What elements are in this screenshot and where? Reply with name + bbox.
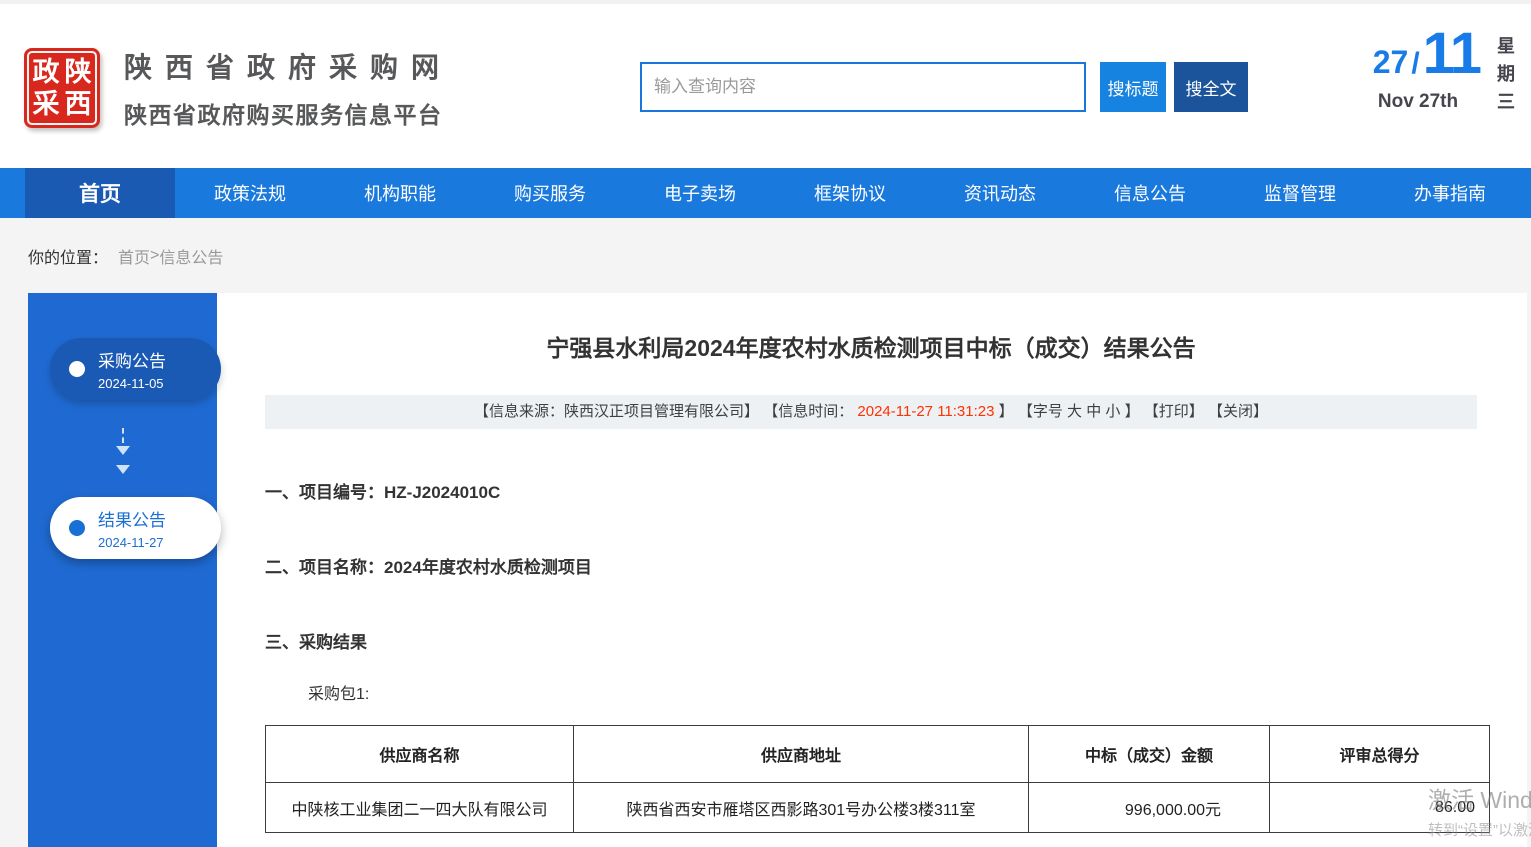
meta-source: 【信息来源：陕西汉正项目管理有限公司】 <box>474 403 759 420</box>
step-date: 2024-11-05 <box>98 376 166 391</box>
package-label: 采购包1: <box>308 680 369 704</box>
step-dot-icon <box>69 361 85 377</box>
nav-item-purchase-services[interactable]: 购买服务 <box>475 168 625 218</box>
date-block: 27 / 11 Nov 27th <box>1330 20 1480 113</box>
site-logo[interactable]: 政 陕 采 西 陕西省政府采购网 陕西省政府购买服务信息平台 <box>24 46 452 130</box>
breadcrumb-home-link[interactable]: 首页 <box>118 244 150 268</box>
fontsize-medium-link[interactable]: 中 <box>1086 403 1101 420</box>
seal-char: 采 <box>33 91 60 118</box>
seal-char: 西 <box>65 91 92 118</box>
cell-supplier-address: 陕西省西安市雁塔区西影路301号办公楼3楼311室 <box>574 783 1029 833</box>
date-weekday: 星期三 <box>1492 36 1518 120</box>
cell-supplier-name: 中陕核工业集团二一四大队有限公司 <box>266 783 574 833</box>
table-header-row: 供应商名称 供应商地址 中标（成交）金额 评审总得分 <box>266 726 1490 783</box>
step-title: 结果公告 <box>98 506 166 531</box>
col-review-score: 评审总得分 <box>1270 726 1490 783</box>
nav-item-policies[interactable]: 政策法规 <box>175 168 325 218</box>
col-award-amount: 中标（成交）金额 <box>1029 726 1270 783</box>
date-numbers: 27 / 11 <box>1330 20 1480 87</box>
fontsize-small-link[interactable]: 小 <box>1105 403 1120 420</box>
step-date: 2024-11-27 <box>98 535 166 550</box>
search-title-button[interactable]: 搜标题 <box>1100 62 1166 112</box>
nav-item-e-marketplace[interactable]: 电子卖场 <box>625 168 775 218</box>
breadcrumb-separator: > <box>150 247 159 265</box>
date-month: 11 <box>1423 20 1480 87</box>
sidebar-step-result-notice[interactable]: 结果公告 2024-11-27 <box>50 497 221 559</box>
site-header: 政 陕 采 西 陕西省政府采购网 陕西省政府购买服务信息平台 搜标题 搜全文 2… <box>0 4 1531 168</box>
meta-fontsize-label: 【字号 <box>1018 403 1067 420</box>
seal-char: 陕 <box>65 59 92 86</box>
step-title: 采购公告 <box>98 347 166 372</box>
result-table: 供应商名称 供应商地址 中标（成交）金额 评审总得分 中陕核工业集团二一四大队有… <box>265 725 1490 833</box>
section-procurement-result: 三、采购结果 <box>265 628 367 653</box>
article-meta-bar: 【信息来源：陕西汉正项目管理有限公司】 【信息时间： 2024-11-27 11… <box>265 395 1477 429</box>
date-english: Nov 27th <box>1330 91 1480 113</box>
main-nav: 首页 政策法规 机构职能 购买服务 电子卖场 框架协议 资讯动态 信息公告 监督… <box>0 168 1531 218</box>
section-project-number: 一、项目编号：HZ-J2024010C <box>265 478 500 503</box>
meta-fontsize-end: 】 <box>1125 403 1140 420</box>
timeline-sidebar: 采购公告 2024-11-05 结果公告 2024-11-27 <box>28 293 217 847</box>
print-link[interactable]: 【打印】 <box>1144 403 1204 420</box>
nav-item-supervision[interactable]: 监督管理 <box>1225 168 1375 218</box>
close-link[interactable]: 【关闭】 <box>1208 403 1268 420</box>
nav-item-home[interactable]: 首页 <box>25 168 175 218</box>
search-input[interactable] <box>640 62 1086 112</box>
fontsize-large-link[interactable]: 大 <box>1067 403 1082 420</box>
search-bar: 搜标题 搜全文 <box>640 62 1248 108</box>
cell-review-score: 86.00 <box>1270 783 1490 833</box>
nav-item-news[interactable]: 资讯动态 <box>925 168 1075 218</box>
date-day: 27 <box>1373 44 1409 81</box>
nav-item-announcements[interactable]: 信息公告 <box>1075 168 1225 218</box>
section-project-name: 二、项目名称：2024年度农村水质检测项目 <box>265 553 592 578</box>
search-fulltext-button[interactable]: 搜全文 <box>1174 62 1248 112</box>
breadcrumb-current: 信息公告 <box>159 244 223 268</box>
meta-time-end: 】 <box>999 403 1014 420</box>
col-supplier-address: 供应商地址 <box>574 726 1029 783</box>
logo-seal-icon: 政 陕 采 西 <box>24 48 100 128</box>
meta-time-label: 【信息时间： <box>763 403 853 420</box>
content-card: 采购公告 2024-11-05 结果公告 2024-11-27 宁强县水利局20… <box>28 293 1527 847</box>
breadcrumb: 你的位置： 首页 > 信息公告 <box>0 218 1531 293</box>
breadcrumb-label: 你的位置： <box>28 244 108 268</box>
site-name: 陕西省政府采购网 <box>124 46 452 86</box>
page-body: 你的位置： 首页 > 信息公告 采购公告 2024-11-05 结果公告 <box>0 218 1531 847</box>
nav-item-framework-agreements[interactable]: 框架协议 <box>775 168 925 218</box>
table-row: 中陕核工业集团二一四大队有限公司 陕西省西安市雁塔区西影路301号办公楼3楼31… <box>266 783 1490 833</box>
seal-char: 政 <box>33 59 60 86</box>
site-subtitle: 陕西省政府购买服务信息平台 <box>124 96 452 130</box>
logo-text: 陕西省政府采购网 陕西省政府购买服务信息平台 <box>124 46 452 130</box>
meta-time-value: 2024-11-27 11:31:23 <box>857 403 994 420</box>
nav-item-functions[interactable]: 机构职能 <box>325 168 475 218</box>
article-title: 宁强县水利局2024年度农村水质检测项目中标（成交）结果公告 <box>265 329 1477 363</box>
date-separator: / <box>1411 47 1419 81</box>
sidebar-step-procurement-notice[interactable]: 采购公告 2024-11-05 <box>50 338 221 400</box>
col-supplier-name: 供应商名称 <box>266 726 574 783</box>
down-arrow-icon <box>28 428 217 481</box>
nav-item-guide[interactable]: 办事指南 <box>1375 168 1525 218</box>
step-dot-icon <box>69 520 85 536</box>
cell-award-amount: 996,000.00元 <box>1029 783 1270 833</box>
